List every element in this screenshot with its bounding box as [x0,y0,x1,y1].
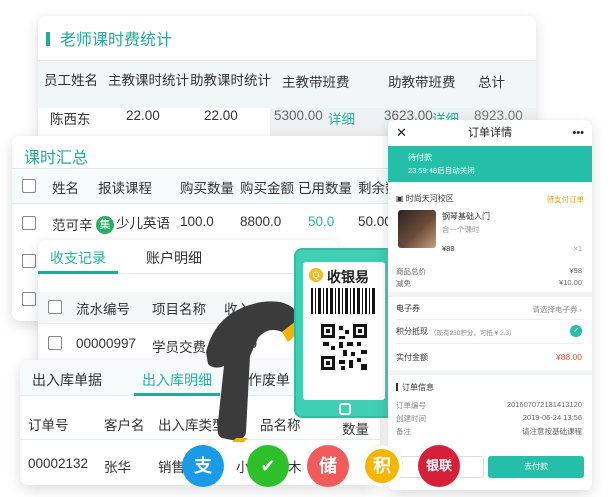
income-tabs: 收支记录 账户明细 [38,240,338,274]
customer-name: 张华 [104,460,131,475]
alipay-icon: 支 [182,445,224,487]
points-value: （现有230积分，可抵 ¥ 2.3） [430,330,516,337]
remark-label: 备注 [396,427,411,436]
teacher-name: 陈西东 [50,112,91,127]
created-label: 创建时间 [396,414,426,423]
brand-name: 收银易 [327,269,369,285]
course-name: 少儿英语 [116,216,170,231]
order-number-label: 订单编号 [396,401,426,410]
teacher-fee-header: 员工姓名 主教课时统计 助教课时统计 主教带班费 助教带班费 总计 [38,60,536,108]
discount-label: 减免 [396,279,411,288]
course-name: 钢琴基础入门 [442,212,490,221]
order-status: 待付款 [408,153,432,162]
points-toggle-icon[interactable]: ✓ [570,325,582,337]
col-header: 助教课时统计 [190,73,271,88]
student-name: 范可辛 [52,218,93,233]
order-info-title: 订单信息 [402,383,434,392]
col-header: 数量 [342,422,369,437]
product-name-2: 木 [288,460,302,475]
select-all-checkbox[interactable] [48,300,62,314]
points-icon: 积 [361,445,403,487]
pay-button[interactable]: 去付款 [488,456,584,478]
main-fee-detail-link[interactable]: 详细 [328,108,355,128]
home-button-icon [339,403,351,415]
tab-stock-orders[interactable]: 出入库单据 [32,370,102,390]
tab-account-details[interactable]: 账户明细 [146,248,202,268]
total-value: ¥98 [569,266,582,275]
tab-income-records[interactable]: 收支记录 [50,248,106,268]
discount-value: ¥10.00 [559,278,582,287]
row-checkbox[interactable] [22,254,36,268]
total-label: 商品总价 [396,267,426,276]
barcode-icon [311,288,375,314]
more-icon[interactable]: ••• [572,120,584,146]
order-detail-panel: ✕ 订单详情 ••• 待付款 23:59:48后自动关闭 ▣ 时尚天河校区 待支… [388,120,592,490]
asst-hours: 22.00 [204,108,238,123]
remark-value: 请注意按基础课程 [522,427,582,436]
row-checkbox[interactable] [22,292,36,306]
pos-phone-icon: Q 收银易 [294,248,394,418]
order-detail-navbar: ✕ 订单详情 ••• [388,120,592,146]
campus-name: 时尚天河校区 [405,194,454,203]
purchase-qty: 100.0 [180,214,214,229]
col-header: 流水编号 [76,302,130,317]
col-header: 助教带班费 [388,75,456,90]
wechat-pay-icon: ✔ [247,445,289,487]
col-header: 报读课程 [98,181,152,196]
row-checkbox[interactable] [22,216,36,230]
col-header: 购买金额 [240,181,294,196]
course-subtitle: 含一个课时 [442,225,480,234]
used-qty: 50.0 [308,214,335,229]
order-info-section: 订单信息 [396,382,434,393]
order-number: 2016070721314131​20 [506,400,582,409]
main-fee: 5300.00 [274,108,323,123]
course-qty: ×1 [573,244,582,253]
paid-label: 实付金额 [396,353,428,362]
countdown-text: 23:59:48后自动关闭 [408,166,475,175]
payment-status: 待支付订单 [546,195,585,204]
remain-qty: 50.00 [358,214,392,229]
created-time: 2019-06-24 13:56 [522,413,582,422]
savings-icon: 储 [307,445,349,487]
col-header: 已用数量 [298,181,352,196]
lesson-summary-header: 姓名 报读课程 购买数量 购买金额 已用数量 剩余数 [12,168,402,204]
col-header: 客户名 [104,418,145,433]
col-header: 总计 [478,75,505,90]
brand-logo-icon: Q [309,268,323,282]
order-number: 00002132 [28,456,89,471]
lesson-summary-title: 课时汇总 [24,150,89,167]
course-price: ¥88 [442,244,455,253]
course-thumbnail [398,210,436,248]
col-header: 员工姓名 [44,73,98,88]
active-tab-indicator [38,271,118,274]
serial-number: 00000997 [76,336,137,351]
select-all-checkbox[interactable] [22,179,36,193]
row-checkbox[interactable] [48,336,62,350]
coupon-selector[interactable]: 请选择电子券 › [532,304,582,315]
main-hours: 22.00 [126,108,160,123]
course-tag-badge: 集 [96,216,114,234]
col-header: 购买数量 [180,181,234,196]
col-header: 主教课时统计 [108,73,189,88]
purchase-amount: 8800.0 [240,214,282,229]
qr-code-icon [321,324,367,370]
stock-type: 销售 [158,460,185,475]
coupon-label: 电子券 [396,304,420,313]
marketing-composite: 老师课时费统计 员工姓名 主教课时统计 助教课时统计 主教带班费 助教带班费 总… [0,0,611,497]
col-header: 姓名 [52,181,79,196]
course-cell: 集少儿英语 [96,212,170,234]
close-icon[interactable]: ✕ [396,120,407,146]
campus-row: ▣ 时尚天河校区 [396,193,454,204]
order-detail-title: 订单详情 [468,127,512,139]
phone-screen: Q 收银易 [303,262,385,400]
teacher-fee-title: 老师课时费统计 [46,26,172,50]
col-header: 主教带班费 [282,75,350,90]
col-header: 订单号 [28,418,69,433]
points-label: 积分抵现 [396,327,428,336]
unionpay-icon: 银联 [418,445,460,487]
store-icon: ▣ [396,194,406,203]
paid-value: ¥88.00 [556,352,582,362]
